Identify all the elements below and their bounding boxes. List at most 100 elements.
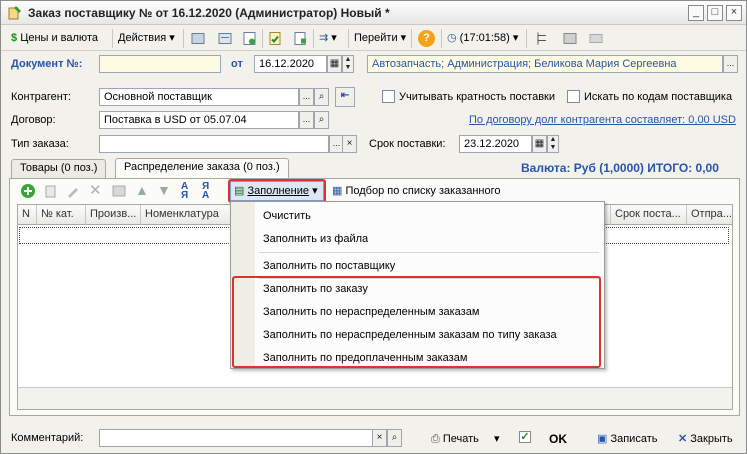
column-header-catalog[interactable]: № кат.: [37, 205, 86, 225]
move-up-icon[interactable]: ▲: [135, 182, 149, 198]
doc-number-label: Документ №:: [11, 58, 83, 70]
goto-label: Перейти: [354, 32, 398, 44]
maximize-button[interactable]: □: [707, 5, 723, 21]
pick-label: Подбор по списку заказанного: [345, 185, 501, 197]
table-totals-row: [18, 387, 732, 409]
organization-select-button[interactable]: ...: [723, 55, 738, 73]
save-icon: ▣: [597, 433, 608, 445]
dollar-icon: $: [11, 32, 18, 44]
close-button[interactable]: ✕ Закрыть: [678, 431, 733, 448]
printer-icon: ⎙: [431, 433, 440, 445]
save-button[interactable]: ▣ Записать: [597, 431, 657, 448]
hierarchy-icon[interactable]: [534, 30, 550, 47]
print-label: Печать: [442, 433, 479, 445]
organization-field[interactable]: Автозапчасть; Администрация; Беликова Ма…: [367, 55, 723, 73]
contract-select-button[interactable]: ...: [299, 111, 314, 129]
settings-disabled-icon[interactable]: [588, 30, 604, 47]
clock-icon: ◷: [447, 32, 457, 44]
column-header-manufacturer[interactable]: Произв...: [86, 205, 141, 225]
delivery-date-field[interactable]: 23.12.2020: [459, 135, 532, 153]
multiplicity-label: Учитывать кратность поставки: [399, 91, 555, 103]
check-icon[interactable]: ✓: [519, 431, 531, 443]
structure-button[interactable]: ⇉ ▾: [319, 30, 337, 47]
column-header-shipped[interactable]: Отпра...: [687, 205, 732, 225]
list-icon[interactable]: [217, 30, 233, 47]
contract-field[interactable]: Поставка в USD от 05.07.04: [99, 111, 299, 129]
end-edit-icon[interactable]: [111, 183, 127, 199]
minimize-button[interactable]: _: [688, 5, 704, 21]
move-down-icon[interactable]: ▼: [157, 182, 171, 198]
copy-icon[interactable]: [43, 183, 59, 199]
comment-clear-button[interactable]: ×: [372, 429, 387, 447]
edit-icon[interactable]: [65, 183, 81, 199]
title-bar: Заказ поставщику № от 16.12.2020 (Админи…: [1, 1, 746, 25]
order-type-clear-button[interactable]: ×: [342, 135, 357, 153]
prices-currency-button[interactable]: $ Цены и валюта: [11, 30, 98, 47]
multiplicity-checkbox[interactable]: [382, 90, 395, 103]
order-type-label: Тип заказа:: [11, 138, 69, 150]
grid-icon[interactable]: [190, 30, 206, 47]
supplier-codes-label: Искать по кодам поставщика: [584, 91, 733, 103]
actions-menu-button[interactable]: Действия ▾: [118, 30, 175, 47]
comment-search-icon[interactable]: ⌕: [387, 429, 402, 447]
contractor-search-icon[interactable]: ⌕: [314, 88, 329, 106]
menu-items-highlight: [232, 276, 601, 368]
document-icon: [8, 6, 21, 20]
main-toolbar: $ Цены и валюта Действия ▾ ⇉ ▾ Перейти ▾…: [1, 25, 746, 51]
tab-order-distribution[interactable]: Распределение заказа (0 поз.): [115, 158, 289, 179]
pick-by-ordered-button[interactable]: ▦ Подбор по списку заказанного: [332, 184, 501, 197]
delivery-date-spin-button[interactable]: ▲ ▼: [547, 135, 559, 153]
contractor-label: Контрагент:: [11, 91, 71, 103]
structure-icon: ⇉: [319, 32, 329, 44]
supplier-codes-checkbox[interactable]: [567, 90, 580, 103]
contract-label: Договор:: [11, 114, 56, 126]
doc-number-field[interactable]: [99, 55, 221, 73]
goto-menu-button[interactable]: Перейти ▾: [354, 30, 406, 47]
date-label: от: [231, 58, 243, 70]
date-spin-button[interactable]: ▲ ▼: [342, 55, 354, 73]
column-header-delivery[interactable]: Срок поста...: [611, 205, 687, 225]
order-window: Заказ поставщику № от 16.12.2020 (Админи…: [0, 0, 747, 454]
comment-label: Комментарий:: [11, 432, 84, 444]
ok-button[interactable]: OK: [549, 431, 567, 448]
pick-icon: ▦: [332, 185, 343, 197]
contract-search-icon[interactable]: ⌕: [314, 111, 329, 129]
contractor-history-icon[interactable]: ⇤: [335, 87, 355, 107]
order-type-field[interactable]: [99, 135, 329, 153]
document-check-icon[interactable]: [267, 30, 283, 47]
currency-total: Валюта: Руб (1,0000) ИТОГО: 0,00: [521, 161, 719, 175]
save-label: Записать: [610, 433, 658, 445]
window-title: Заказ поставщику № от 16.12.2020 (Админи…: [28, 6, 390, 20]
time-label: (17:01:58): [459, 32, 510, 44]
column-header-n[interactable]: N: [18, 205, 37, 225]
menu-item-fill-from-file[interactable]: Заполнить из файла: [263, 233, 368, 245]
add-icon[interactable]: [20, 183, 36, 199]
contractor-select-button[interactable]: ...: [299, 88, 314, 106]
tab-goods[interactable]: Товары (0 поз.): [11, 159, 107, 178]
debt-link[interactable]: По договору долг контрагента составляет:…: [469, 114, 736, 126]
close-label: Закрыть: [690, 433, 733, 445]
comment-field[interactable]: [99, 429, 373, 447]
menu-item-clear[interactable]: Очистить: [263, 210, 311, 222]
delivery-label: Срок поставки:: [369, 138, 446, 150]
sort-asc-icon[interactable]: AЯ: [181, 182, 188, 201]
help-icon[interactable]: ?: [418, 30, 435, 47]
delete-icon[interactable]: ✕: [89, 181, 102, 199]
footer-bar: Комментарий: × ⌕ ⎙ Печать ▾ ✓ OK ▣ Запис…: [1, 425, 746, 453]
actions-label: Действия: [118, 32, 167, 44]
document-post-icon[interactable]: [292, 30, 308, 47]
fill-button-highlight: [228, 179, 326, 203]
menu-item-fill-by-supplier[interactable]: Заполнить по поставщику: [263, 260, 395, 272]
close-icon: ✕: [678, 433, 688, 445]
prices-currency-label: Цены и валюта: [20, 32, 98, 44]
date-field[interactable]: 16.12.2020: [254, 55, 327, 73]
contractor-field[interactable]: Основной поставщик: [99, 88, 299, 106]
table-icon[interactable]: [562, 30, 578, 47]
print-button[interactable]: ⎙ Печать ▾: [431, 431, 500, 448]
close-window-button[interactable]: ×: [726, 5, 742, 21]
sort-desc-icon[interactable]: ЯA: [202, 182, 209, 201]
date-picker-button[interactable]: ▦: [327, 55, 342, 73]
time-button[interactable]: ◷ (17:01:58) ▾: [447, 30, 518, 47]
refresh-icon[interactable]: [242, 30, 258, 47]
delivery-date-picker-button[interactable]: ▦: [532, 135, 547, 153]
